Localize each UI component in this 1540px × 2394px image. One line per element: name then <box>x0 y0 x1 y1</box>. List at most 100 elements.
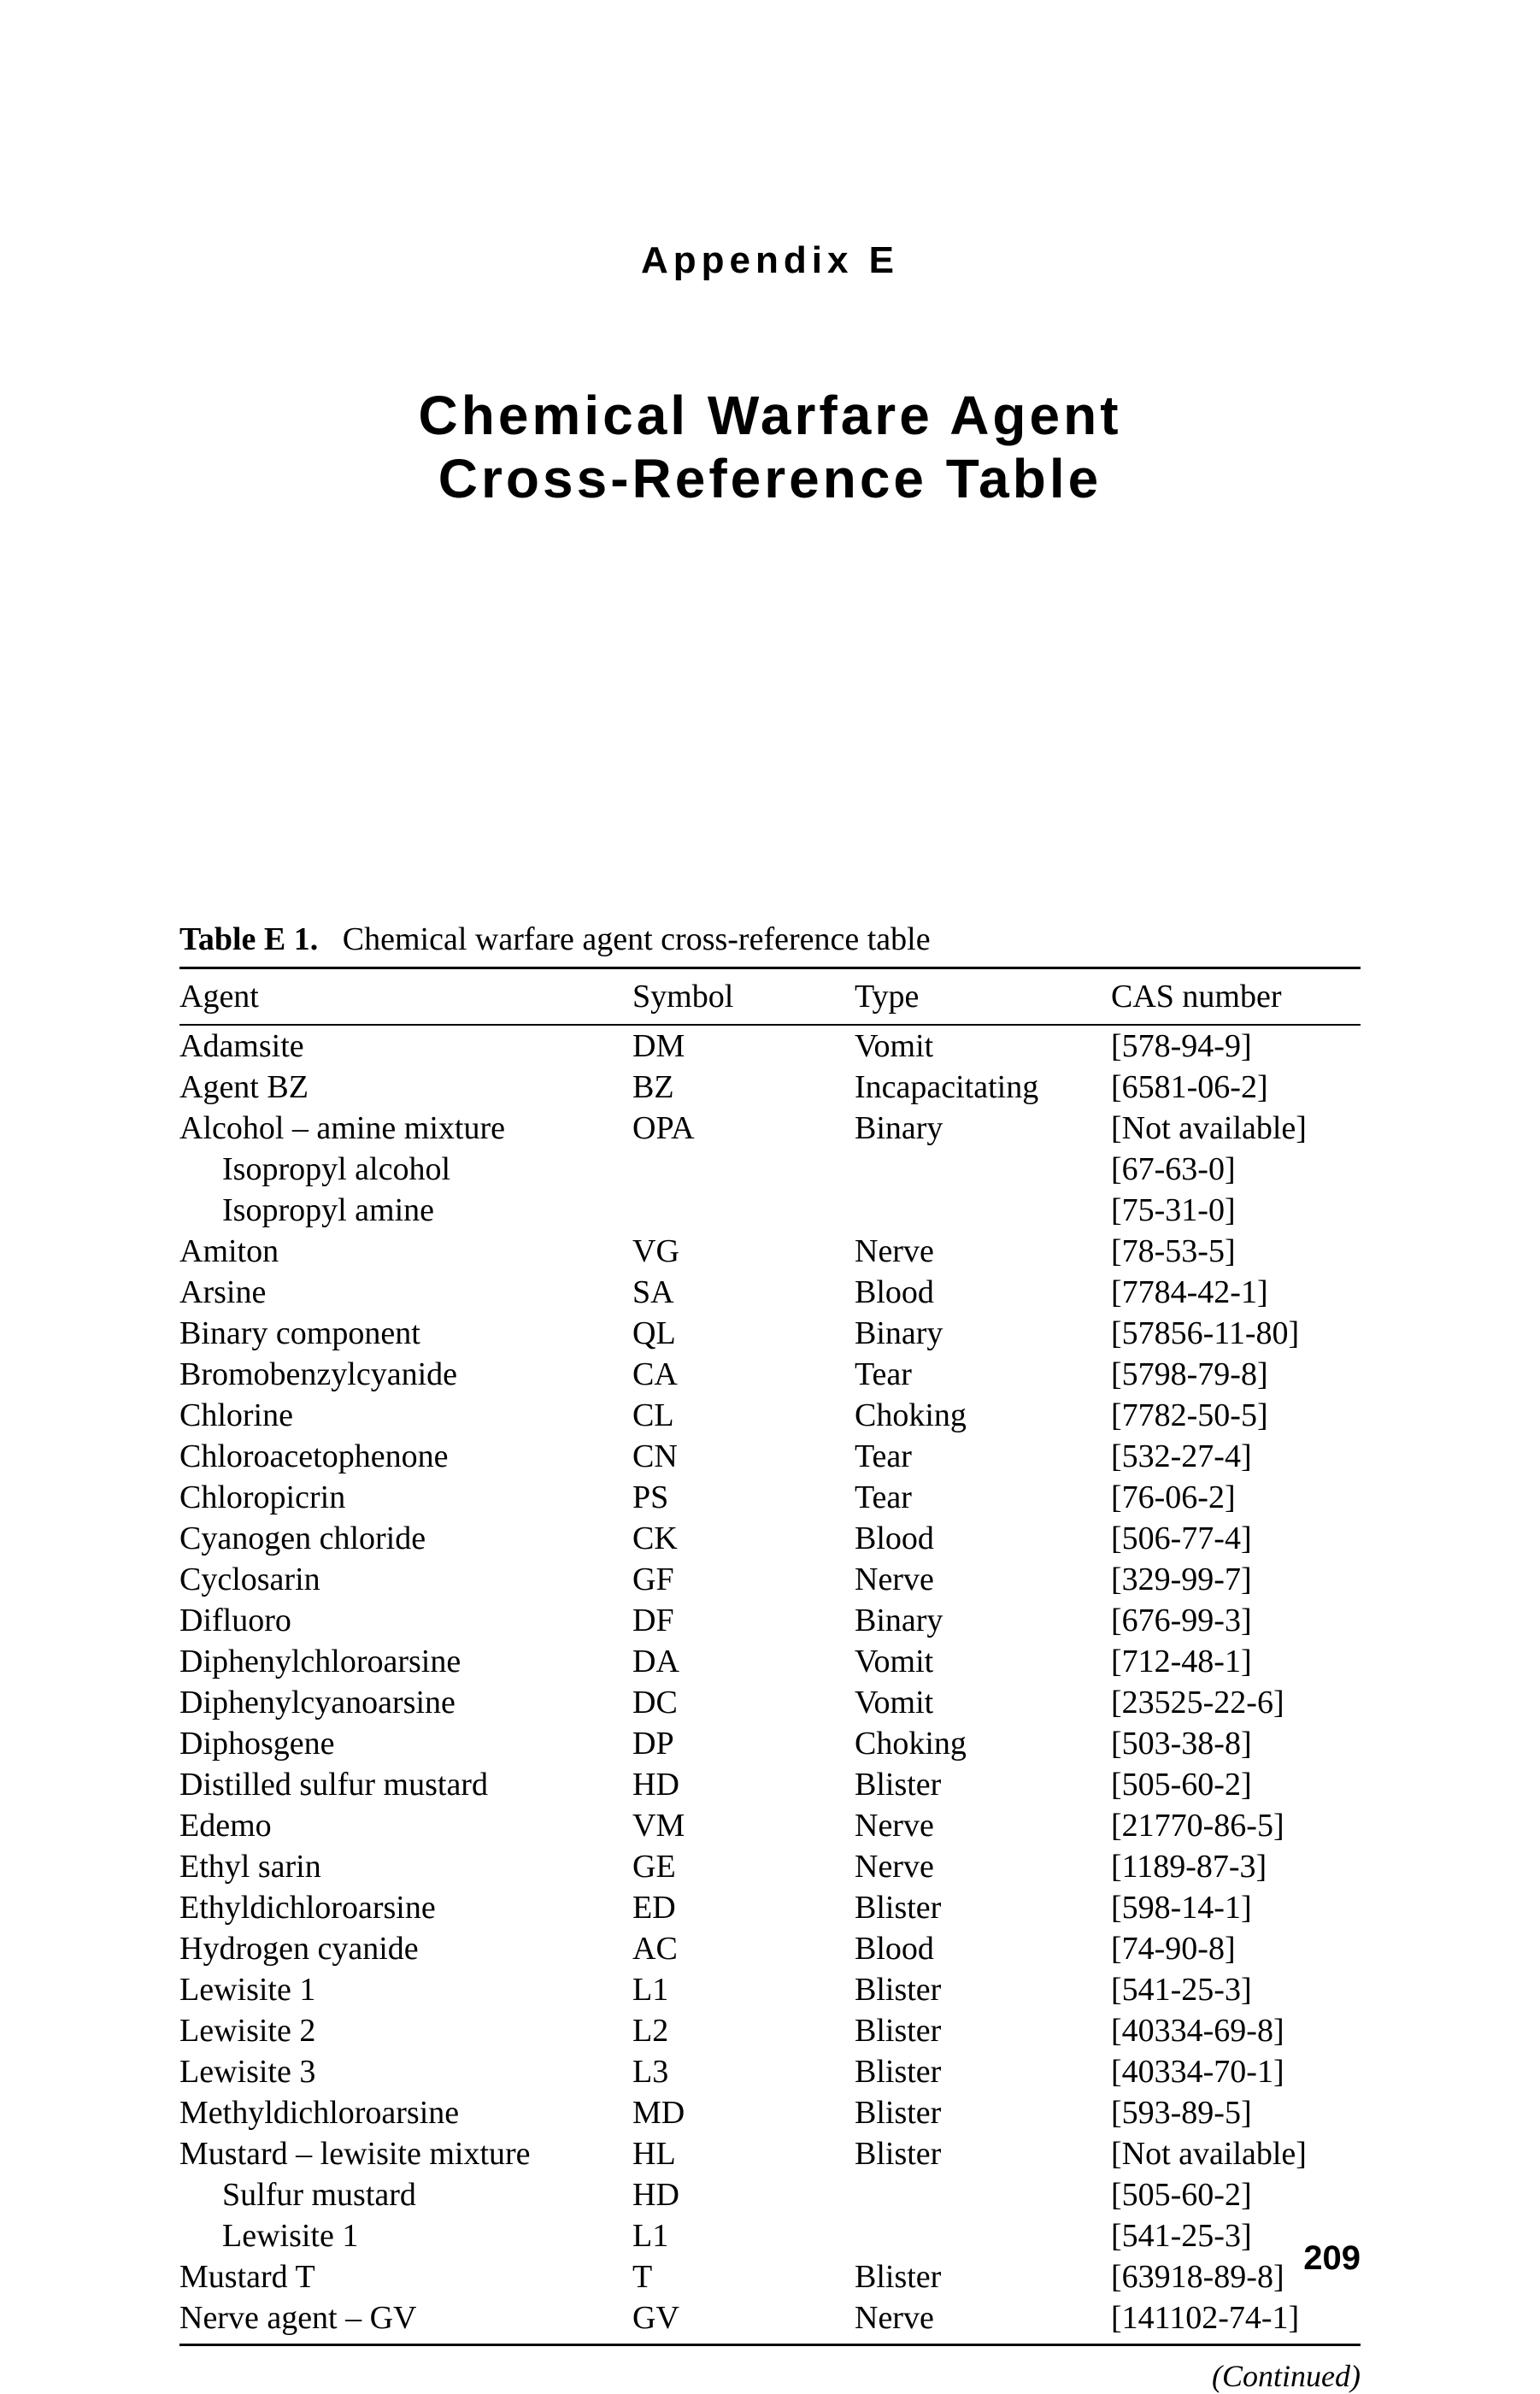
cell-agent: Lewisite 3 <box>179 2051 632 2092</box>
page-number: 209 <box>1303 2239 1361 2278</box>
cell-symbol: GV <box>632 2297 855 2345</box>
cell-cas: [57856-11-80] <box>1111 1313 1361 1354</box>
table-row: Agent BZBZIncapacitating[6581-06-2] <box>179 1067 1361 1108</box>
cell-symbol: DC <box>632 1682 855 1723</box>
cell-cas: [541-25-3] <box>1111 1969 1361 2010</box>
cell-cas: [76-06-2] <box>1111 1477 1361 1518</box>
cell-symbol: AC <box>632 1928 855 1969</box>
cell-type: Choking <box>855 1723 1111 1764</box>
cell-symbol <box>632 1190 855 1231</box>
cell-symbol: HL <box>632 2133 855 2174</box>
cell-agent: Methyldichloroarsine <box>179 2092 632 2133</box>
cell-symbol: L3 <box>632 2051 855 2092</box>
caption-label: Table E 1. <box>179 921 318 957</box>
cell-cas: [505-60-2] <box>1111 1764 1361 1805</box>
cell-symbol: OPA <box>632 1108 855 1149</box>
cell-agent: Mustard T <box>179 2256 632 2297</box>
cell-cas: [6581-06-2] <box>1111 1067 1361 1108</box>
cell-type: Blister <box>855 2256 1111 2297</box>
cell-cas: [7784-42-1] <box>1111 1272 1361 1313</box>
continued-label: (Continued) <box>179 2358 1361 2394</box>
cell-type: Binary <box>855 1108 1111 1149</box>
cell-type <box>855 2215 1111 2256</box>
cell-symbol: CL <box>632 1395 855 1436</box>
table-row: DifluoroDFBinary[676-99-3] <box>179 1600 1361 1641</box>
table-row: ChloropicrinPSTear[76-06-2] <box>179 1477 1361 1518</box>
title-line-1: Chemical Warfare Agent <box>419 385 1122 446</box>
cell-agent: Isopropyl amine <box>179 1190 632 1231</box>
cell-cas: [676-99-3] <box>1111 1600 1361 1641</box>
cell-type: Blood <box>855 1928 1111 1969</box>
cell-symbol: MD <box>632 2092 855 2133</box>
cell-symbol: CK <box>632 1518 855 1559</box>
header-symbol: Symbol <box>632 968 855 1026</box>
cell-agent: Isopropyl alcohol <box>179 1149 632 1190</box>
cell-type: Vomit <box>855 1682 1111 1723</box>
cell-symbol: VM <box>632 1805 855 1846</box>
cell-symbol: SA <box>632 1272 855 1313</box>
table-row: Lewisite 1L1Blister[541-25-3] <box>179 1969 1361 2010</box>
cell-symbol: L1 <box>632 2215 855 2256</box>
cell-type <box>855 1190 1111 1231</box>
cell-symbol <box>632 1149 855 1190</box>
cell-type: Tear <box>855 1436 1111 1477</box>
cell-type: Nerve <box>855 1559 1111 1600</box>
appendix-label: Appendix E <box>179 239 1361 282</box>
cell-cas: [578-94-9] <box>1111 1025 1361 1067</box>
table-row: Lewisite 1L1[541-25-3] <box>179 2215 1361 2256</box>
cell-symbol: BZ <box>632 1067 855 1108</box>
cell-agent: Diphosgene <box>179 1723 632 1764</box>
cell-type: Blood <box>855 1518 1111 1559</box>
table-row: EthyldichloroarsineEDBlister[598-14-1] <box>179 1887 1361 1928</box>
cell-cas: [506-77-4] <box>1111 1518 1361 1559</box>
cell-symbol: CA <box>632 1354 855 1395</box>
cell-symbol: DP <box>632 1723 855 1764</box>
cell-cas: [78-53-5] <box>1111 1231 1361 1272</box>
table-row: Mustard – lewisite mixtureHLBlister[Not … <box>179 2133 1361 2174</box>
cell-agent: Arsine <box>179 1272 632 1313</box>
table-row: Lewisite 2L2Blister[40334-69-8] <box>179 2010 1361 2051</box>
cell-symbol: DM <box>632 1025 855 1067</box>
cell-cas: [712-48-1] <box>1111 1641 1361 1682</box>
cell-agent: Cyclosarin <box>179 1559 632 1600</box>
caption-text: Chemical warfare agent cross-reference t… <box>343 921 931 957</box>
table-row: Sulfur mustardHD[505-60-2] <box>179 2174 1361 2215</box>
cell-cas: [40334-70-1] <box>1111 2051 1361 2092</box>
cell-agent: Ethyl sarin <box>179 1846 632 1887</box>
header-agent: Agent <box>179 968 632 1026</box>
cell-symbol: DF <box>632 1600 855 1641</box>
table-header-row: Agent Symbol Type CAS number <box>179 968 1361 1026</box>
cell-symbol: VG <box>632 1231 855 1272</box>
cell-symbol: HD <box>632 1764 855 1805</box>
cell-agent: Chlorine <box>179 1395 632 1436</box>
cell-type: Vomit <box>855 1025 1111 1067</box>
cell-cas: [40334-69-8] <box>1111 2010 1361 2051</box>
page-title: Chemical Warfare Agent Cross-Reference T… <box>179 385 1361 510</box>
cell-agent: Lewisite 1 <box>179 2215 632 2256</box>
cell-cas: [1189-87-3] <box>1111 1846 1361 1887</box>
cell-type: Blister <box>855 1764 1111 1805</box>
cell-cas: [74-90-8] <box>1111 1928 1361 1969</box>
table-row: ArsineSABlood[7784-42-1] <box>179 1272 1361 1313</box>
table-caption: Table E 1. Chemical warfare agent cross-… <box>179 921 1361 958</box>
cell-agent: Chloroacetophenone <box>179 1436 632 1477</box>
cell-cas: [141102-74-1] <box>1111 2297 1361 2345</box>
cell-agent: Binary component <box>179 1313 632 1354</box>
cell-type: Nerve <box>855 1231 1111 1272</box>
cell-type: Blister <box>855 2010 1111 2051</box>
cell-symbol: QL <box>632 1313 855 1354</box>
cell-symbol: HD <box>632 2174 855 2215</box>
page: Appendix E Chemical Warfare Agent Cross-… <box>0 0 1540 2372</box>
cell-agent: Adamsite <box>179 1025 632 1067</box>
cell-agent: Lewisite 1 <box>179 1969 632 2010</box>
cell-symbol: L2 <box>632 2010 855 2051</box>
cell-cas: [532-27-4] <box>1111 1436 1361 1477</box>
table-row: Nerve agent – GVGVNerve[141102-74-1] <box>179 2297 1361 2345</box>
table-row: CyclosarinGFNerve[329-99-7] <box>179 1559 1361 1600</box>
cell-symbol: T <box>632 2256 855 2297</box>
cell-agent: Alcohol – amine mixture <box>179 1108 632 1149</box>
cell-type: Tear <box>855 1354 1111 1395</box>
table-row: DiphenylchloroarsineDAVomit[712-48-1] <box>179 1641 1361 1682</box>
cell-type: Nerve <box>855 1846 1111 1887</box>
cell-agent: Sulfur mustard <box>179 2174 632 2215</box>
